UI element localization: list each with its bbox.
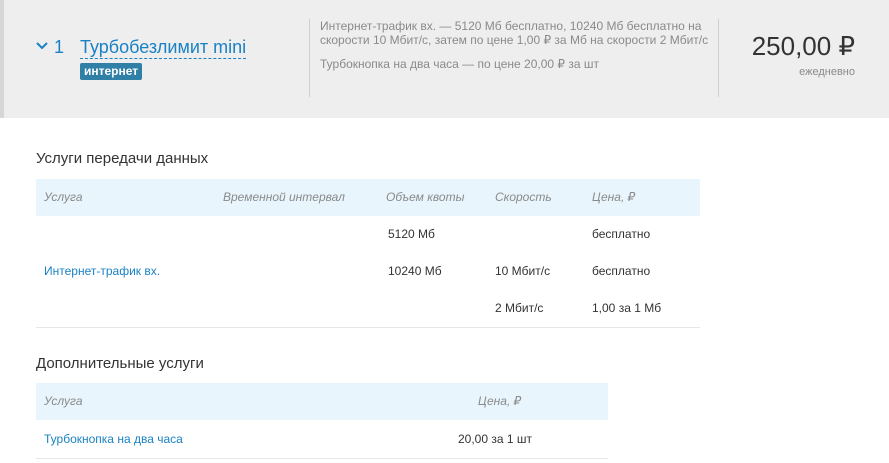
price-period: ежедневно [799, 66, 855, 78]
tariff-index: 1 [54, 37, 65, 57]
price-cell: 1,00 за 1 Мб [592, 301, 662, 315]
quota-cell: 5120 Мб [388, 227, 435, 241]
price-cell: 20,00 за 1 шт [458, 432, 533, 446]
column-header-service: Услуга [44, 394, 83, 408]
category-badge: интернет [80, 63, 143, 80]
service-link-internet-traffic[interactable]: Интернет-трафик вх. [44, 264, 160, 278]
table-bottom-border [36, 458, 608, 459]
table-header: Услуга Временной интервал Объем квоты Ск… [36, 179, 700, 216]
description-line: Турбокнопка на два часа — по цене 20,00 … [320, 57, 599, 71]
column-header-quota: Объем квоты [386, 190, 465, 204]
section-title-extra-services: Дополнительные услуги [36, 355, 204, 372]
data-services-table: Услуга Временной интервал Объем квоты Ск… [36, 179, 700, 329]
table-bottom-border [36, 327, 700, 328]
extra-services-table: Услуга Цена, ₽ Турбокнопка на два часа 2… [36, 383, 608, 461]
column-header-interval: Временной интервал [223, 190, 345, 204]
speed-cell: 10 Мбит/с [495, 264, 551, 278]
price-cell: бесплатно [592, 264, 651, 278]
section-title-data-services: Услуги передачи данных [36, 150, 209, 167]
speed-cell: 2 Мбит/с [495, 301, 544, 315]
tariff-name-link[interactable]: Турбобезлимит mini [80, 36, 247, 59]
column-header-price: Цена, ₽ [478, 394, 522, 408]
chevron-down-icon[interactable] [35, 38, 49, 52]
tariff-header: 1 Турбобезлимит mini интернет Интернет-т… [0, 0, 889, 118]
service-link-turbo-button[interactable]: Турбокнопка на два часа [44, 432, 183, 446]
tariff-price: 250,00 ₽ [751, 31, 855, 61]
divider [718, 19, 719, 97]
column-header-speed: Скорость [495, 190, 552, 204]
column-header-price: Цена, ₽ [592, 190, 636, 204]
price-cell: бесплатно [592, 227, 651, 241]
tariff-description: Интернет-трафик вх. — 5120 Мб бесплатно,… [320, 19, 715, 71]
divider [309, 19, 310, 97]
quota-cell: 10240 Мб [388, 264, 442, 278]
description-line: Интернет-трафик вх. — 5120 Мб бесплатно,… [320, 19, 709, 47]
table-header: Услуга Цена, ₽ [36, 383, 608, 420]
column-header-service: Услуга [44, 190, 83, 204]
